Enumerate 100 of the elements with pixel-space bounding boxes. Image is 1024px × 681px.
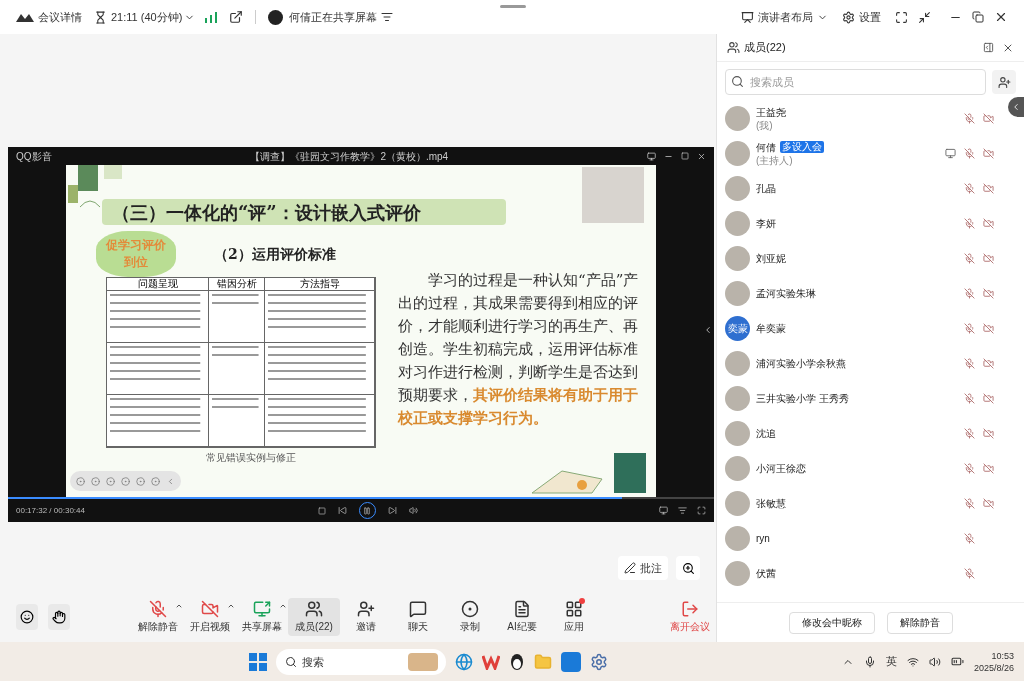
- panel-button[interactable]: 修改会中昵称: [788, 611, 875, 634]
- meeting-info-button[interactable]: 会议详情: [16, 8, 82, 26]
- signal-icon: [205, 11, 218, 23]
- avatar: [725, 526, 750, 551]
- avatar: [725, 351, 750, 376]
- bubble-text: 促学习评价到位: [106, 237, 166, 271]
- member-row[interactable]: ryn: [717, 521, 1008, 556]
- caret-icon: [175, 602, 183, 610]
- avatar: [725, 211, 750, 236]
- caret-icon: [227, 602, 235, 610]
- mic-off-icon: [964, 253, 975, 264]
- add-user-icon[interactable]: [992, 70, 1016, 94]
- member-row[interactable]: 张敏慧: [717, 486, 1008, 521]
- video-off-icon: [983, 323, 994, 334]
- zoom-in-icon[interactable]: [676, 556, 700, 580]
- member-row[interactable]: 孟河实验朱琳: [717, 276, 1008, 311]
- penguin-icon[interactable]: [509, 652, 525, 671]
- video-off-icon: [983, 113, 994, 124]
- screen-icon[interactable]: [659, 506, 668, 515]
- avatar: [725, 456, 750, 481]
- pop-out-icon[interactable]: [983, 42, 994, 53]
- drag-handle-icon[interactable]: [500, 5, 526, 8]
- search-field[interactable]: 搜索成员: [725, 69, 986, 95]
- external-link-icon[interactable]: [229, 10, 244, 24]
- users-icon: [727, 41, 740, 54]
- screen-icon[interactable]: [647, 151, 656, 161]
- skip-back-icon[interactable]: [337, 506, 347, 515]
- layout-dropdown[interactable]: 演讲者布局: [741, 8, 828, 26]
- annotate-button[interactable]: 批注: [618, 556, 668, 580]
- member-row[interactable]: 浦河实验小学余秋燕: [717, 346, 1008, 381]
- member-name: ryn: [756, 532, 770, 545]
- users-icon: [305, 600, 323, 618]
- member-row[interactable]: 奕蒙 牟奕蒙: [717, 311, 1008, 346]
- mic-off-icon: [149, 600, 167, 618]
- ime-indicator[interactable]: 英: [885, 653, 897, 670]
- close-icon[interactable]: [994, 10, 1008, 24]
- panel-button[interactable]: 解除静音: [886, 611, 953, 634]
- list-icon[interactable]: [678, 506, 687, 515]
- mic-off-icon: [964, 463, 975, 474]
- restore-icon[interactable]: [681, 151, 689, 161]
- member-name: 孟河实验朱琳: [756, 287, 816, 300]
- windows-logo-icon[interactable]: [249, 652, 267, 671]
- member-name: 王益尧: [756, 105, 786, 119]
- member-row[interactable]: 三井实验小学 王秀秀: [717, 381, 1008, 416]
- chevron-left-icon[interactable]: [703, 325, 713, 335]
- member-name: 沈追: [756, 427, 776, 440]
- skip-forward-icon[interactable]: [387, 506, 397, 515]
- toolbar-button[interactable]: 离开会议: [664, 598, 716, 636]
- duration-dropdown[interactable]: 21:11 (40分钟): [111, 8, 196, 26]
- gear-icon[interactable]: [590, 652, 608, 671]
- fullscreen-icon[interactable]: [895, 10, 908, 24]
- slide-title: （三）一体化的“评”：设计嵌入式评价: [112, 200, 421, 225]
- avatar: [725, 421, 750, 446]
- member-row[interactable]: 李妍: [717, 206, 1008, 241]
- list-icon[interactable]: [381, 11, 394, 23]
- mic-icon[interactable]: [863, 655, 876, 668]
- toolbar-button[interactable]: 共享屏幕: [236, 598, 288, 636]
- mic-off-icon: [964, 323, 975, 334]
- member-name: 小河王徐恋: [756, 462, 806, 475]
- w-logo-icon[interactable]: [482, 653, 500, 670]
- emoji-icon[interactable]: [16, 604, 38, 630]
- member-row[interactable]: 何倩 多设入会 (主持人): [717, 136, 1008, 171]
- toolbar-button[interactable]: 录制: [444, 598, 496, 636]
- toolbar-button[interactable]: 邀请: [340, 598, 392, 636]
- member-row[interactable]: 孔晶: [717, 171, 1008, 206]
- mic-off-icon: [964, 568, 975, 579]
- avatar: [725, 386, 750, 411]
- stop-icon[interactable]: [317, 506, 326, 515]
- toolbar-button[interactable]: AI纪要: [496, 598, 548, 636]
- toolbar-button[interactable]: 成员(22): [288, 598, 340, 636]
- meeting-app-icon[interactable]: [561, 651, 581, 672]
- video-off-icon: [983, 498, 994, 509]
- toolbar-button[interactable]: 应用: [548, 598, 600, 636]
- settings-button[interactable]: 设置: [842, 8, 881, 26]
- toolbar-button[interactable]: 解除静音: [132, 598, 184, 636]
- toolbar-button[interactable]: 开启视频: [184, 598, 236, 636]
- close-icon[interactable]: [697, 151, 706, 161]
- member-row[interactable]: 伏茜: [717, 556, 1008, 591]
- raise-hand-icon[interactable]: [48, 604, 70, 630]
- player-app-menu[interactable]: QQ影音: [16, 148, 52, 164]
- small-text-drawing: [212, 294, 261, 306]
- battery-icon[interactable]: [950, 655, 964, 668]
- restore-icon[interactable]: [972, 11, 984, 23]
- toolbar-button[interactable]: 聊天: [392, 598, 444, 636]
- video-off-icon: [983, 183, 994, 194]
- wifi-icon[interactable]: [906, 655, 919, 668]
- member-row[interactable]: 沈追: [717, 416, 1008, 451]
- mic-off-icon: [964, 113, 975, 124]
- member-row[interactable]: 王益尧 (我): [717, 101, 1008, 136]
- screen-icon: [945, 148, 956, 159]
- chevron-left-icon[interactable]: [1008, 97, 1024, 117]
- collapse-icon[interactable]: [918, 10, 931, 24]
- slide-paragraph: 学习的过程是一种认知“产品”产出的过程，其成果需要得到相应的评价，才能顺利进行学习的再生产、再创造。学生初稿完成，运用评估标准对习作进行检测，判断学生是否达到预期要求，其评价结果将有助于用于校正或支撑学习行为。: [398, 270, 640, 429]
- browser-icon[interactable]: [455, 652, 473, 671]
- playback-time: 00:17:32 / 00:30:44: [16, 504, 86, 517]
- member-row[interactable]: 小河王徐恋: [717, 451, 1008, 486]
- volume-icon[interactable]: [928, 655, 941, 668]
- member-row[interactable]: 刘亚妮: [717, 241, 1008, 276]
- video-off-icon: [983, 428, 994, 439]
- player-file-title: 【调查】《驻园文习作教学》2（黄校）.mp4: [250, 149, 449, 164]
